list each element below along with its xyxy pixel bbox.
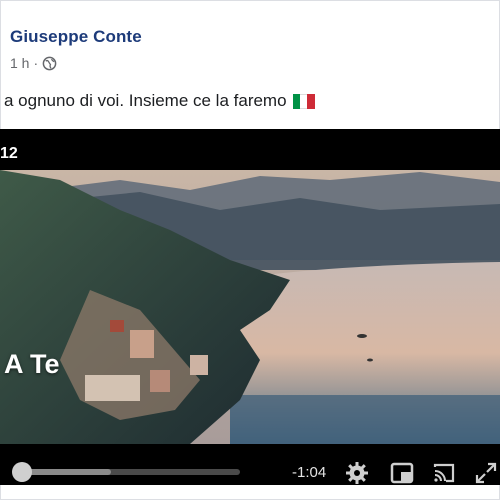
italian-flag-icon — [292, 93, 315, 109]
meta-separator: · — [33, 55, 39, 71]
post-timestamp[interactable]: 1 h — [10, 55, 29, 71]
video-controls-bar: -1:04 — [0, 444, 500, 485]
video-overlay-text: A Te — [4, 349, 60, 379]
post-text-line: a ognuno di voi. Insieme ce la faremo — [4, 91, 315, 111]
video-progress-track[interactable] — [18, 469, 240, 475]
post-meta: 1 h · — [10, 55, 57, 71]
video-player[interactable]: 12 A Te -1:04 — [0, 129, 500, 485]
post-text: a ognuno di voi. Insieme ce la faremo — [4, 91, 287, 110]
video-time-remaining: -1:04 — [292, 464, 327, 481]
picture-in-picture-icon[interactable] — [390, 461, 414, 485]
settings-gear-icon[interactable] — [345, 461, 369, 485]
fullscreen-icon[interactable] — [474, 461, 498, 485]
video-top-label: 12 — [0, 145, 18, 162]
cast-icon[interactable] — [432, 461, 456, 485]
video-progress-thumb[interactable] — [12, 462, 32, 482]
post-author-name[interactable]: Giuseppe Conte — [10, 27, 142, 47]
globe-icon[interactable] — [42, 56, 57, 71]
video-frame-landscape[interactable] — [0, 170, 500, 444]
